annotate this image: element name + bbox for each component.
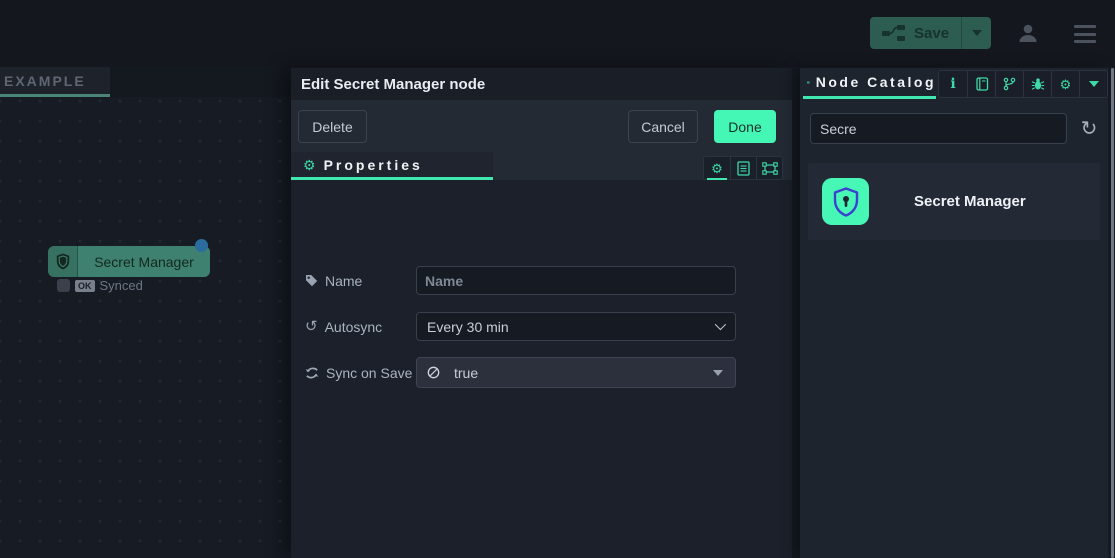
save-options-dropdown[interactable] xyxy=(961,17,991,49)
shield-keyhole-icon xyxy=(833,187,859,217)
name-label: Name xyxy=(325,273,362,289)
sync-on-save-field-row: Sync on Save true xyxy=(305,357,736,388)
chevron-down-icon xyxy=(715,319,726,330)
autosync-label: Autosync xyxy=(325,319,383,335)
sync-icon xyxy=(305,366,319,380)
autosync-selected-value: Every 30 min xyxy=(427,319,509,335)
autosync-select[interactable]: Every 30 min xyxy=(416,312,736,341)
autosync-field-label-group: ↺ Autosync xyxy=(305,319,416,335)
sync-on-save-value: true xyxy=(454,365,478,381)
sync-on-save-label-group: Sync on Save xyxy=(305,365,416,381)
gear-icon: ⚙ xyxy=(1060,78,1072,91)
properties-tab-label: Properties xyxy=(324,157,423,173)
document-icon xyxy=(737,161,750,176)
save-button[interactable]: Save xyxy=(870,17,961,49)
status-text: Synced xyxy=(100,278,143,293)
workspace-tab-label: EXAMPLE xyxy=(4,73,86,89)
top-header-bar: Save xyxy=(0,0,1115,67)
properties-form: Name ↺ Autosync Every 30 min xyxy=(291,180,792,558)
catalog-item-icon-tile xyxy=(822,178,869,225)
edit-node-dialog: Edit Secret Manager node Delete Cancel D… xyxy=(291,68,792,558)
main-menu-button[interactable] xyxy=(1074,24,1098,44)
workspace-tab-example[interactable]: EXAMPLE xyxy=(0,67,110,97)
boolean-type-icon xyxy=(427,366,440,379)
info-tab-button[interactable]: i xyxy=(939,71,967,97)
caret-down-icon xyxy=(1089,81,1099,87)
person-icon xyxy=(1016,21,1040,45)
selection-frame-icon xyxy=(762,162,778,175)
catalog-item-label: Secret Manager xyxy=(914,193,1026,210)
dialog-tab-strip: ⚙ Properties ⚙ xyxy=(291,152,792,180)
name-input[interactable] xyxy=(416,266,736,295)
node-changed-dot xyxy=(195,239,208,252)
tab-node-catalog[interactable]: Node Catalog xyxy=(803,68,936,99)
cancel-button[interactable]: Cancel xyxy=(628,110,698,143)
name-field-label-group: Name xyxy=(305,273,416,289)
tab-properties[interactable]: ⚙ Properties xyxy=(291,152,493,180)
vertical-scrollbar[interactable] xyxy=(1111,68,1114,558)
save-button-label: Save xyxy=(914,25,949,42)
catalog-header: Node Catalog i xyxy=(800,68,1108,100)
sidebar-tabs-expand-button[interactable] xyxy=(1079,71,1107,97)
debug-tab-button[interactable] xyxy=(1023,71,1051,97)
dialog-button-row: Delete Cancel Done xyxy=(291,100,792,152)
gear-icon: ⚙ xyxy=(303,158,316,172)
bug-icon xyxy=(1031,77,1045,91)
save-button-group[interactable]: Save xyxy=(870,17,991,49)
properties-view-button[interactable]: ⚙ xyxy=(704,157,730,179)
dialog-title: Edit Secret Manager node xyxy=(291,68,792,100)
tag-icon xyxy=(305,274,318,287)
history-icon: ↺ xyxy=(305,319,318,334)
sync-on-save-typed-input[interactable]: true xyxy=(416,357,736,388)
editor-view-switcher: ⚙ xyxy=(703,156,783,180)
node-status-row: OK Synced xyxy=(57,278,143,293)
delete-button[interactable]: Delete xyxy=(298,110,367,143)
info-icon: i xyxy=(950,76,955,92)
appearance-view-button[interactable] xyxy=(756,157,782,179)
branch-icon xyxy=(1003,77,1016,91)
name-field-row: Name xyxy=(305,266,736,295)
user-account-button[interactable] xyxy=(1016,21,1040,45)
list-icon xyxy=(807,76,810,89)
catalog-item-secret-manager[interactable]: Secret Manager xyxy=(808,163,1100,240)
node-icon-cell xyxy=(48,246,78,277)
status-ok-badge: OK xyxy=(75,280,95,292)
sync-on-save-label: Sync on Save xyxy=(326,365,412,381)
workspace-tab-bar: EXAMPLE xyxy=(0,67,291,97)
deploy-wire-icon xyxy=(882,25,906,41)
config-tab-button[interactable]: ⚙ xyxy=(1051,71,1079,97)
gear-icon: ⚙ xyxy=(711,162,723,175)
hamburger-icon xyxy=(1074,25,1096,28)
book-icon xyxy=(975,77,989,91)
caret-down-icon xyxy=(972,30,982,36)
canvas-dot-grid[interactable] xyxy=(0,97,291,558)
catalog-search-input[interactable] xyxy=(810,113,1067,144)
secret-manager-node[interactable]: Secret Manager xyxy=(48,246,210,277)
catalog-title: Node Catalog xyxy=(816,74,936,90)
description-view-button[interactable] xyxy=(730,157,756,179)
node-label: Secret Manager xyxy=(78,254,210,270)
dropdown-triangle-icon xyxy=(713,370,723,376)
context-tab-button[interactable] xyxy=(995,71,1023,97)
sidebar-tab-toolbar: i xyxy=(938,70,1108,98)
help-tab-button[interactable] xyxy=(967,71,995,97)
flow-canvas[interactable]: EXAMPLE Secret Manager OK Synced xyxy=(0,67,291,558)
refresh-icon: ↻ xyxy=(1081,116,1098,141)
done-button[interactable]: Done xyxy=(714,110,776,143)
node-catalog-panel: Node Catalog i xyxy=(800,68,1108,558)
autosync-field-row: ↺ Autosync Every 30 min xyxy=(305,312,736,341)
refresh-button[interactable]: ↻ xyxy=(1076,115,1102,141)
status-indicator-square xyxy=(57,279,70,292)
shield-icon xyxy=(56,253,70,270)
